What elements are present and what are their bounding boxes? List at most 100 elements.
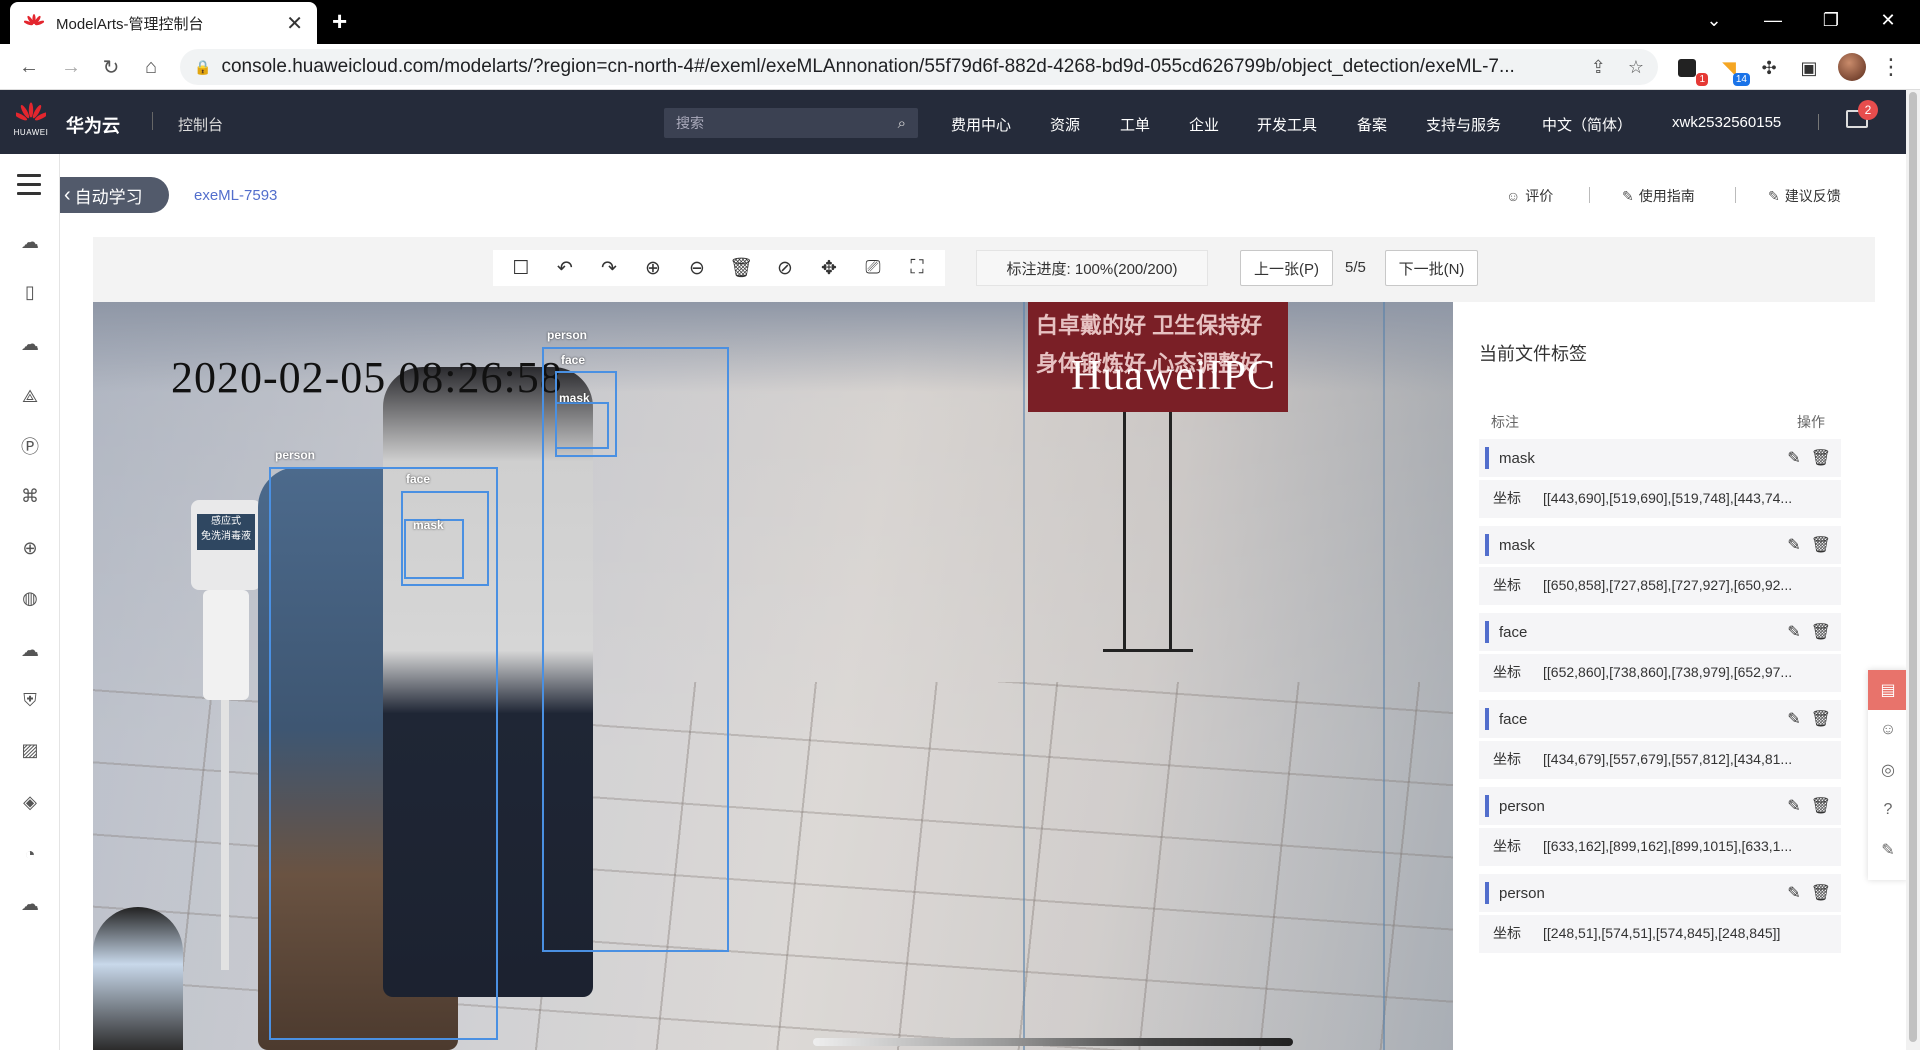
page-scrollbar[interactable] [1906,90,1920,1050]
rate-link[interactable]: ☺ 评价 [1506,186,1553,206]
coord-key: 坐标 [1493,664,1521,680]
home-icon[interactable]: ⌂ [138,54,164,80]
redo-icon[interactable]: ↷ [595,254,623,282]
side-panel-icon[interactable]: ▣ [1796,56,1822,80]
next-batch-button[interactable]: 下一批(N) [1385,250,1478,286]
minimize-icon[interactable]: — [1745,0,1801,40]
edit-icon[interactable]: ✎ [1787,622,1800,642]
label-color-bar [1485,795,1489,817]
back-to-auto-learning-button[interactable]: ‹ 自动学习 [60,177,169,213]
reset-view-icon[interactable]: ⎚ [859,254,887,282]
label-item[interactable]: face ✎ 🗑 坐标 [[434,679],[557,679],[557,812… [1479,700,1841,779]
header-search[interactable]: ⌕ [664,108,918,138]
undo-icon[interactable]: ↶ [551,254,579,282]
address-bar[interactable]: 🔒 console.huaweicloud.com/modelarts/?reg… [180,49,1658,85]
edit-icon[interactable]: ✎ [1787,883,1800,903]
share-icon[interactable]: ⇪ [1591,57,1606,78]
canvas-horizontal-scrollbar[interactable] [813,1038,1293,1046]
tab-search-chevron-icon[interactable]: ⌄ [1686,0,1742,40]
image-service-icon[interactable]: ▨ [18,738,42,762]
hide-labels-icon[interactable]: ⊘ [771,254,799,282]
trash-icon[interactable]: 🗑 [1811,535,1831,555]
storage-icon[interactable]: ▯ [18,280,42,304]
trash-icon[interactable]: 🗑 [1811,796,1831,816]
globe-icon[interactable]: ⊕ [18,536,42,560]
prev-image-button[interactable]: 上一张(P) [1240,250,1333,286]
profile-avatar[interactable] [1838,53,1866,81]
diamond-icon[interactable]: ◈ [18,790,42,814]
coord-value: [[633,162],[899,162],[899,1015],[633,1..… [1543,838,1793,854]
fullscreen-icon[interactable]: ⛶ [903,254,931,282]
forward-arrow-icon[interactable]: → [58,54,84,80]
edit-icon[interactable]: ✎ [1787,448,1800,468]
monitor-icon[interactable]: ◔ [18,842,42,866]
username[interactable]: xwk2532560155 [1672,114,1781,131]
label-item[interactable]: mask ✎ 🗑 坐标 [[443,690],[519,690],[519,748… [1479,439,1841,518]
puzzle-extensions-icon[interactable]: ✣ [1756,56,1782,80]
back-arrow-icon[interactable]: ← [16,54,42,80]
label-item[interactable]: face ✎ 🗑 坐标 [[652,860],[738,860],[738,979… [1479,613,1841,692]
hamburger-menu-icon[interactable] [17,174,41,201]
zoom-in-icon[interactable]: ⊕ [639,254,667,282]
brand-name[interactable]: 华为云 [66,112,120,138]
label-item[interactable]: person ✎ 🗑 坐标 [[248,51],[574,51],[574,845… [1479,874,1841,953]
nav-filing[interactable]: 备案 [1357,114,1387,135]
zoom-out-icon[interactable]: ⊖ [683,254,711,282]
trash-icon[interactable]: 🗑 [1811,709,1831,729]
search-input[interactable] [676,115,898,131]
scrollbar-thumb[interactable] [1909,92,1917,1042]
nav-dev-tools[interactable]: 开发工具 [1257,114,1317,135]
annotation-image[interactable]: 白卓戴的好 卫生保持好 身体锻炼好 心态调整好 HuaweiIPC 感应式 免洗… [93,302,1453,1050]
nav-support[interactable]: 支持与服务 [1426,114,1501,135]
search-icon[interactable]: ⌕ [898,115,906,132]
browser-menu-icon[interactable]: ⋮ [1880,54,1902,80]
console-link[interactable]: 控制台 [178,114,223,135]
nav-resources[interactable]: 资源 [1050,114,1080,135]
extension-app-icon[interactable]: 1 [1674,56,1708,86]
restore-icon[interactable]: ❐ [1803,0,1859,40]
cloud-server-icon[interactable]: ☁ [18,230,42,254]
delete-icon[interactable]: 🗑 [727,254,755,282]
guide-link[interactable]: ✎ 使用指南 [1622,186,1695,206]
project-name[interactable]: exeML-7593 [194,187,277,204]
close-window-icon[interactable]: ✕ [1860,0,1916,40]
move-icon[interactable]: ✥ [815,254,843,282]
tab-close-icon[interactable]: ✕ [286,11,303,36]
smile-feedback-icon[interactable]: ☺ [1868,710,1908,750]
trash-icon[interactable]: 🗑 [1811,448,1831,468]
label-item[interactable]: person ✎ 🗑 坐标 [[633,162],[899,162],[899,1… [1479,787,1841,866]
browser-tab[interactable]: ModelArts-管理控制台 ✕ [10,2,317,44]
cloud-upload-icon[interactable]: ☁ [18,332,42,356]
rectangle-tool-icon[interactable]: ☐ [507,254,535,282]
security-shield-icon[interactable]: ⛨ [18,688,42,712]
reload-icon[interactable]: ↻ [98,54,124,80]
cdn-icon[interactable]: ◍ [18,586,42,610]
edit-icon[interactable]: ✎ [1787,796,1800,816]
edit-icon[interactable]: ✎ [1787,535,1800,555]
nav-tickets[interactable]: 工单 [1120,114,1150,135]
bbox-mask-1[interactable] [555,402,609,449]
new-tab-button[interactable]: + [332,6,347,37]
edit-note-icon[interactable]: ✎ [1868,830,1908,870]
chat-icon[interactable]: ▤ [1868,670,1908,710]
trash-icon[interactable]: 🗑 [1811,883,1831,903]
feedback-link[interactable]: ✎ 建议反馈 [1768,186,1841,206]
huawei-logo[interactable]: HUAWEI [14,102,48,142]
cloud-storage-icon[interactable]: ☁ [18,892,42,916]
rss-extension-icon[interactable]: ◥ 14 [1716,56,1750,86]
network-icon[interactable]: ⟁ [18,384,42,408]
bookmark-star-icon[interactable]: ☆ [1628,57,1644,78]
nav-enterprise[interactable]: 企业 [1189,114,1219,135]
label-item[interactable]: mask ✎ 🗑 坐标 [[650,858],[727,858],[727,927… [1479,526,1841,605]
coord-key: 坐标 [1493,925,1521,941]
edit-icon[interactable]: ✎ [1787,709,1800,729]
cloud-dots-icon[interactable]: ☁ [18,638,42,662]
help-icon[interactable]: ? [1868,790,1908,830]
nav-billing[interactable]: 费用中心 [951,114,1011,135]
column-operation: 操作 [1797,414,1825,430]
language-selector[interactable]: 中文（简体） [1542,114,1632,135]
trash-icon[interactable]: 🗑 [1811,622,1831,642]
headset-icon[interactable]: ◎ [1868,750,1908,790]
ip-icon[interactable]: Ⓟ [18,434,42,458]
cluster-icon[interactable]: ⌘ [18,484,42,508]
